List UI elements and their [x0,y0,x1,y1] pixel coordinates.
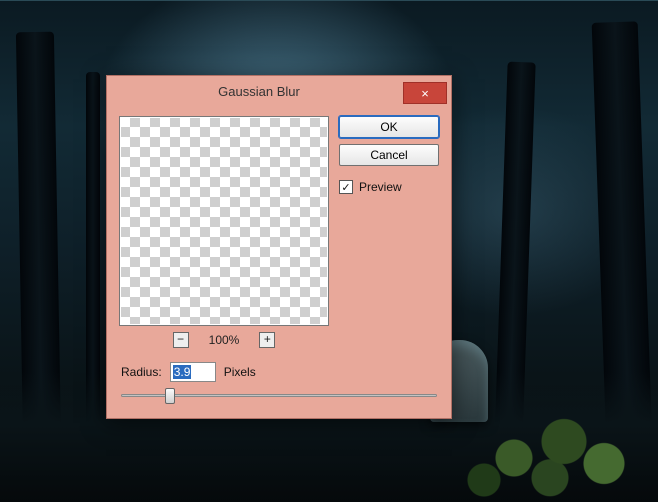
filter-preview-area[interactable] [119,116,329,326]
close-icon: × [421,87,429,100]
radius-unit: Pixels [224,365,256,379]
document-canvas: Gaussian Blur × − 100% + OK [0,0,658,502]
zoom-out-button[interactable]: − [173,332,189,348]
plus-icon: + [264,334,271,346]
dialog-titlebar[interactable]: Gaussian Blur × [107,76,451,106]
bg-foliage [454,392,654,502]
minus-icon: − [177,334,184,346]
radius-slider[interactable] [121,386,437,404]
slider-thumb[interactable] [165,388,175,404]
preview-label: Preview [359,180,402,194]
dialog-title: Gaussian Blur [115,84,403,99]
gaussian-blur-dialog: Gaussian Blur × − 100% + OK [106,75,452,419]
zoom-in-button[interactable]: + [259,332,275,348]
zoom-level: 100% [209,333,240,347]
preview-checkbox[interactable]: ✓ [339,180,353,194]
check-icon: ✓ [341,181,350,194]
close-button[interactable]: × [403,82,447,104]
radius-value: 3.9 [173,365,192,379]
radius-input[interactable]: 3.9 [170,362,216,382]
ok-button[interactable]: OK [339,116,439,138]
cancel-button[interactable]: Cancel [339,144,439,166]
radius-label: Radius: [121,365,162,379]
